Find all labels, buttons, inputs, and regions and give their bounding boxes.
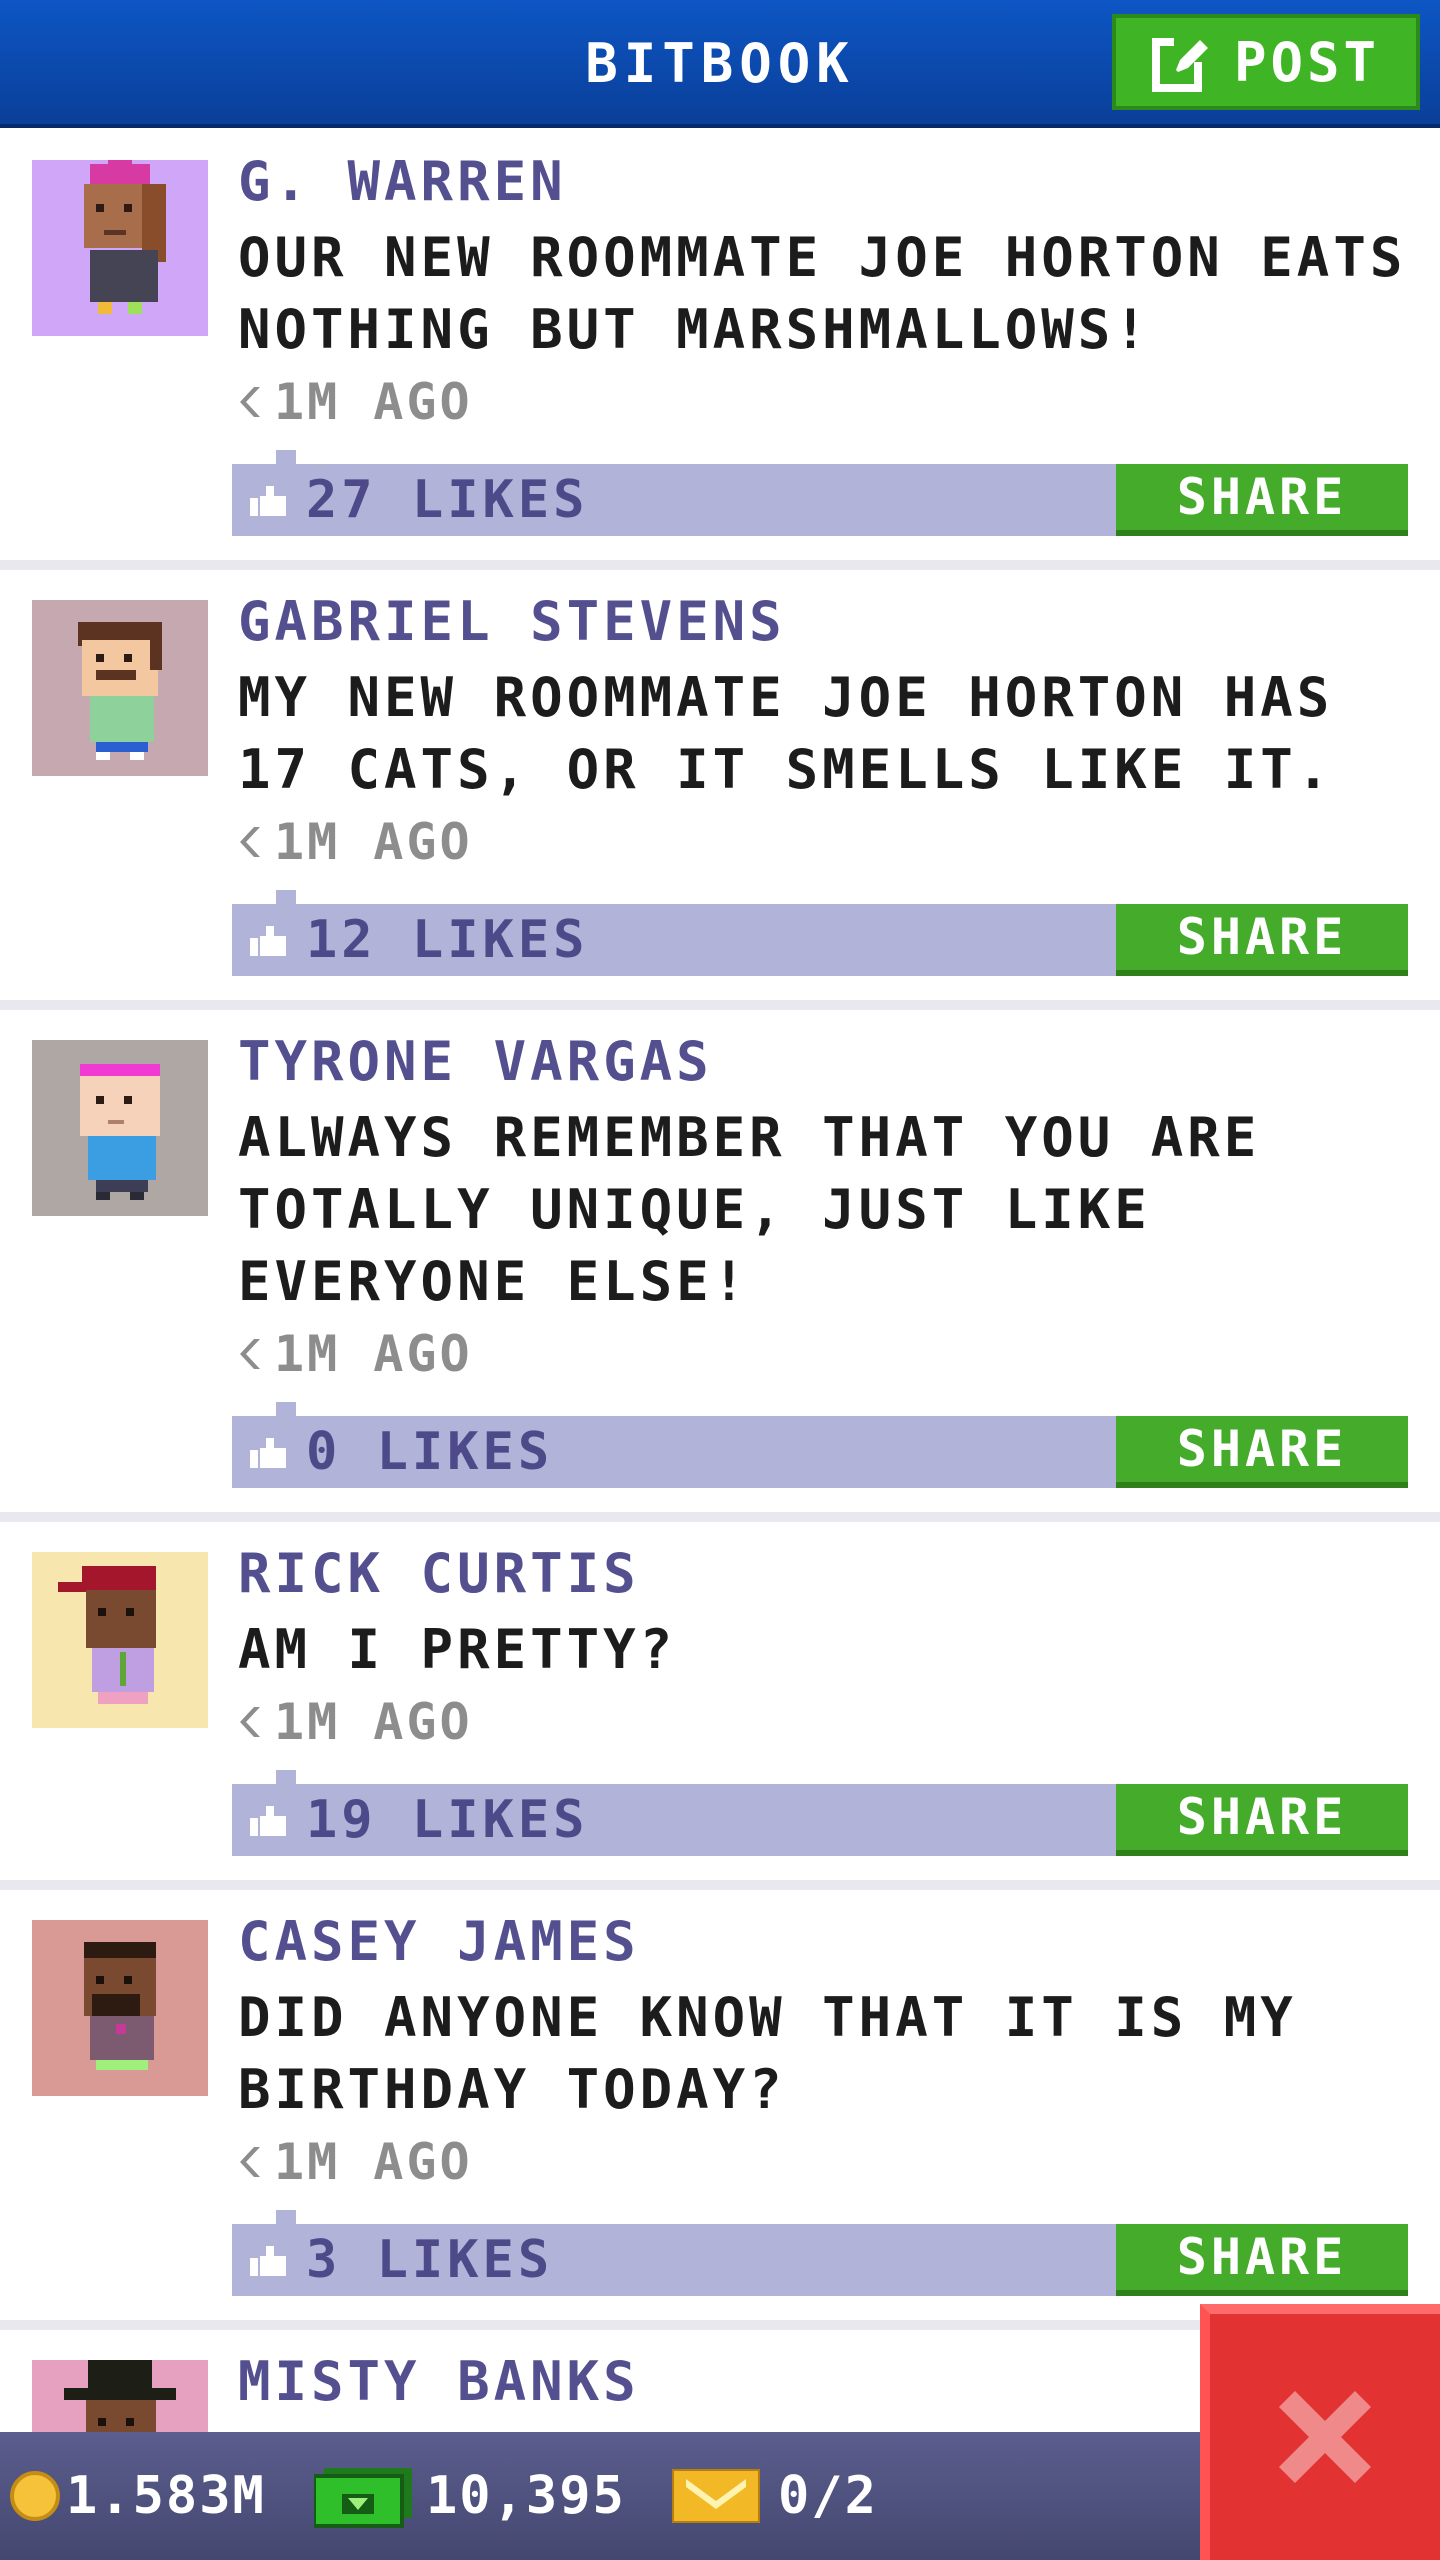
- thumbs-up-icon[interactable]: [250, 2244, 286, 2276]
- share-button[interactable]: SHARE: [1116, 1416, 1408, 1488]
- avatar[interactable]: [32, 1920, 208, 2096]
- share-button[interactable]: SHARE: [1116, 1784, 1408, 1856]
- likes-bar: 19 LIKES SHARE: [232, 1770, 1408, 1856]
- likes-bar: 0 LIKES SHARE: [232, 1402, 1408, 1488]
- post-content: G. WARREN OUR NEW ROOMMATE JOE HORTON EA…: [238, 152, 1418, 432]
- post-author[interactable]: G. WARREN: [238, 152, 1418, 212]
- post-message: AM I PRETTY?: [238, 1618, 677, 1681]
- avatar-image: [32, 1040, 208, 1216]
- post-divider: [0, 1512, 1440, 1522]
- share-button[interactable]: SHARE: [1116, 2224, 1408, 2296]
- coin-icon: [10, 2471, 60, 2521]
- likes-count: 19 LIKES: [306, 1790, 589, 1850]
- likes-count: 12 LIKES: [306, 910, 589, 970]
- share-button[interactable]: SHARE: [1116, 904, 1408, 976]
- likes-bar-notch: [276, 2210, 296, 2224]
- likes-bar: 3 LIKES SHARE: [232, 2210, 1408, 2296]
- post-time-text: 1M AGO: [274, 1325, 473, 1383]
- post-message: ALWAYS REMEMBER THAT YOU ARE TOTALLY UNI…: [238, 1106, 1261, 1313]
- post-time-text: 1M AGO: [274, 373, 473, 431]
- post-button[interactable]: POST: [1112, 14, 1420, 110]
- post-time: 1M AGO: [238, 1692, 1418, 1752]
- likes-count: 0 LIKES: [306, 1422, 554, 1482]
- thumbs-up-icon[interactable]: [250, 484, 286, 516]
- coins-stat[interactable]: 1.583M: [10, 2432, 266, 2560]
- post-content: GABRIEL STEVENS MY NEW ROOMMATE JOE HORT…: [238, 592, 1418, 872]
- clock-icon: [240, 387, 260, 417]
- likes-count: 3 LIKES: [306, 2230, 554, 2290]
- post-time-text: 1M AGO: [274, 2133, 473, 2191]
- post-time-text: 1M AGO: [274, 813, 473, 871]
- avatar-image: [32, 1552, 208, 1728]
- post-divider: [0, 1000, 1440, 1010]
- post-time: 1M AGO: [238, 2132, 1418, 2192]
- bux-value: 10,395: [426, 2466, 626, 2526]
- top-bar: BITBOOK POST: [0, 0, 1440, 128]
- likes-bar-notch: [276, 450, 296, 464]
- avatar-image: [32, 1920, 208, 2096]
- share-button[interactable]: SHARE: [1116, 464, 1408, 536]
- post-time: 1M AGO: [238, 812, 1418, 872]
- tickets-value: 0/2: [778, 2466, 878, 2526]
- close-icon: [1279, 2391, 1371, 2483]
- avatar[interactable]: [32, 600, 208, 776]
- post-content: RICK CURTIS AM I PRETTY? 1M AGO: [238, 1544, 1418, 1752]
- post-message: DID ANYONE KNOW THAT IT IS MY BIRTHDAY T…: [238, 1986, 1297, 2121]
- post-author[interactable]: GABRIEL STEVENS: [238, 592, 1418, 652]
- likes-bar-notch: [276, 1770, 296, 1784]
- post-content: CASEY JAMES DID ANYONE KNOW THAT IT IS M…: [238, 1912, 1418, 2192]
- likes-count: 27 LIKES: [306, 470, 589, 530]
- bux-stat[interactable]: 10,395: [314, 2432, 626, 2560]
- post-divider: [0, 560, 1440, 570]
- edit-icon: [1151, 34, 1210, 92]
- post-button-label: POST: [1233, 30, 1381, 94]
- post-time: 1M AGO: [238, 372, 1418, 432]
- cash-icon: [314, 2468, 412, 2528]
- likes-bar-notch: [276, 890, 296, 904]
- clock-icon: [240, 1339, 260, 1369]
- likes-bar-notch: [276, 1402, 296, 1416]
- post-divider: [0, 1880, 1440, 1890]
- avatar-image: [32, 160, 208, 336]
- post-author[interactable]: RICK CURTIS: [238, 1544, 1418, 1604]
- clock-icon: [240, 1707, 260, 1737]
- clock-icon: [240, 2147, 260, 2177]
- thumbs-up-icon[interactable]: [250, 1804, 286, 1836]
- thumbs-up-icon[interactable]: [250, 1436, 286, 1468]
- post-message: OUR NEW ROOMMATE JOE HORTON EATS NOTHING…: [238, 226, 1407, 361]
- ticket-icon: [672, 2469, 760, 2523]
- likes-bar: 27 LIKES SHARE: [232, 450, 1408, 536]
- avatar[interactable]: [32, 1040, 208, 1216]
- coins-value: 1.583M: [66, 2466, 266, 2526]
- post-author[interactable]: CASEY JAMES: [238, 1912, 1418, 1972]
- thumbs-up-icon[interactable]: [250, 924, 286, 956]
- post-time: 1M AGO: [238, 1324, 1418, 1384]
- tickets-stat[interactable]: 0/2: [672, 2432, 878, 2560]
- post-time-text: 1M AGO: [274, 1693, 473, 1751]
- avatar[interactable]: [32, 1552, 208, 1728]
- avatar-image: [32, 600, 208, 776]
- post-author[interactable]: TYRONE VARGAS: [238, 1032, 1418, 1092]
- close-button[interactable]: [1200, 2304, 1440, 2560]
- clock-icon: [240, 827, 260, 857]
- post-message: MY NEW ROOMMATE JOE HORTON HAS 17 CATS, …: [238, 666, 1334, 801]
- post-content: TYRONE VARGAS ALWAYS REMEMBER THAT YOU A…: [238, 1032, 1418, 1384]
- likes-bar: 12 LIKES SHARE: [232, 890, 1408, 976]
- avatar[interactable]: [32, 160, 208, 336]
